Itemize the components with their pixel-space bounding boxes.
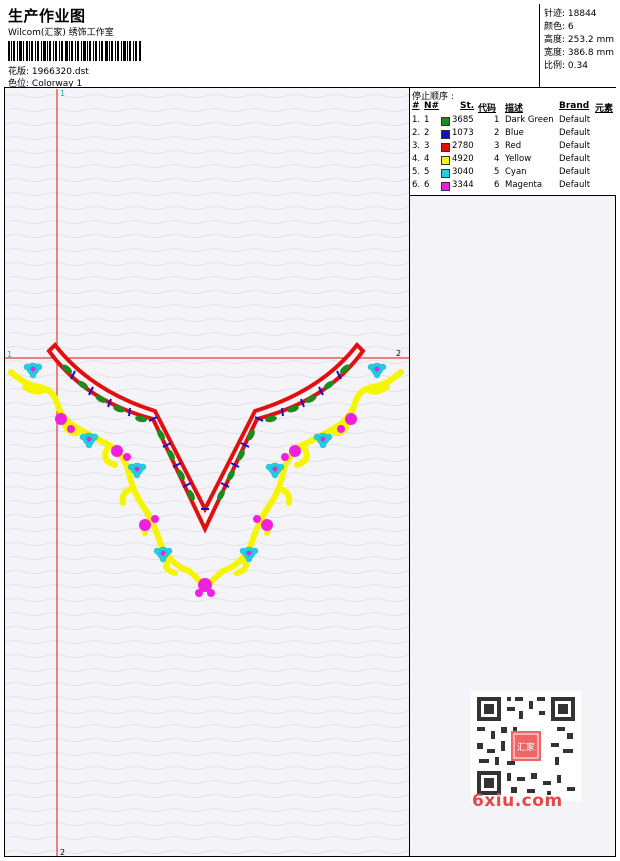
row-index: 1. (412, 115, 421, 125)
col-code: 代码 (478, 104, 497, 114)
row-needle: 6 (424, 180, 430, 190)
row-index: 4. (412, 154, 421, 164)
row-stitches: 3344 (452, 180, 474, 190)
row-description: Red (505, 141, 522, 151)
stats-panel: 针迹: 18844 颜色: 6 高度: 253.2 mm 宽度: 386.8 m… (540, 4, 616, 88)
legend-row: 6. 6 3344 6 Magenta Default (410, 180, 617, 193)
watermark-text: 6xiu.com (472, 791, 563, 811)
row-description: Blue (505, 128, 524, 138)
row-code: 5 (494, 167, 500, 177)
design-canvas (5, 89, 409, 856)
row-description: Cyan (505, 167, 527, 177)
row-brand: Default (559, 141, 591, 151)
col-brand: Brand (559, 101, 590, 111)
row-brand: Default (559, 154, 591, 164)
row-stitches: 1073 (452, 128, 474, 138)
legend-row: 4. 4 4920 4 Yellow Default (410, 154, 617, 167)
stat-stitches: 针迹: 18844 (544, 9, 597, 19)
color-swatch (441, 156, 450, 165)
row-index: 6. (412, 180, 421, 190)
legend-row: 3. 3 2780 3 Red Default (410, 141, 617, 154)
row-index: 5. (412, 167, 421, 177)
row-description: Dark Green (505, 115, 554, 125)
row-code: 6 (494, 180, 500, 190)
stop-sequence-legend: 停止顺序 : # N# St. 代码 描述 Brand 元素 1. 1 3685 1 D… (409, 88, 616, 196)
row-index: 2. (412, 128, 421, 138)
row-code: 4 (494, 154, 500, 164)
col-index: # (412, 101, 420, 111)
color-swatch (441, 117, 450, 126)
row-description: Yellow (505, 154, 532, 164)
row-needle: 2 (424, 128, 430, 138)
barcode (8, 41, 141, 61)
colorway-line: 色位: Colorway 1 (8, 76, 82, 89)
row-index: 3. (412, 141, 421, 151)
header-panel: 生产作业图 Wilcom(汇家) 绣饰工作室 花版: 1966320.dst 色… (4, 4, 540, 89)
stat-scale: 比例: 0.34 (544, 61, 588, 71)
v-axis-top-label: 1 (60, 89, 66, 98)
stat-height: 高度: 253.2 mm (544, 35, 615, 45)
col-stitches: St. (460, 101, 475, 111)
row-stitches: 4920 (452, 154, 474, 164)
row-code: 1 (494, 115, 500, 125)
colorway-label: 色位: (8, 79, 30, 89)
colorway-value: Colorway 1 (31, 79, 83, 89)
h-axis-left-label: 1 (7, 350, 13, 359)
row-stitches: 3685 (452, 115, 474, 125)
color-swatch (441, 130, 450, 139)
row-brand: Default (559, 167, 591, 177)
company-subtitle: Wilcom(汇家) 绣饰工作室 (8, 28, 114, 38)
page-title: 生产作业图 (8, 7, 86, 25)
row-code: 2 (494, 128, 500, 138)
row-stitches: 2780 (452, 141, 474, 151)
row-brand: Default (559, 180, 591, 190)
col-description: 描述 (505, 104, 524, 114)
color-swatch (441, 143, 450, 152)
legend-row: 2. 2 1073 2 Blue Default (410, 128, 617, 141)
qr-stamp-text: 汇家 (517, 741, 535, 753)
h-axis-right-label: 2 (396, 349, 402, 358)
stat-colors: 颜色: 6 (544, 22, 574, 32)
row-needle: 4 (424, 154, 430, 164)
canvas-texture (5, 89, 409, 856)
col-needle: N# (424, 101, 440, 111)
color-swatch (441, 182, 450, 191)
row-needle: 1 (424, 115, 430, 125)
col-element: 元素 (595, 104, 614, 114)
row-brand: Default (559, 115, 591, 125)
row-code: 3 (494, 141, 500, 151)
legend-row: 1. 1 3685 1 Dark Green Default (410, 115, 617, 128)
row-description: Magenta (505, 180, 543, 190)
row-needle: 3 (424, 141, 430, 151)
color-swatch (441, 169, 450, 178)
stat-width: 宽度: 386.8 mm (544, 48, 615, 58)
v-axis-bottom-label: 2 (60, 848, 66, 857)
row-brand: Default (559, 128, 591, 138)
row-stitches: 3040 (452, 167, 474, 177)
legend-row: 5. 5 3040 5 Cyan Default (410, 167, 617, 180)
row-needle: 5 (424, 167, 430, 177)
